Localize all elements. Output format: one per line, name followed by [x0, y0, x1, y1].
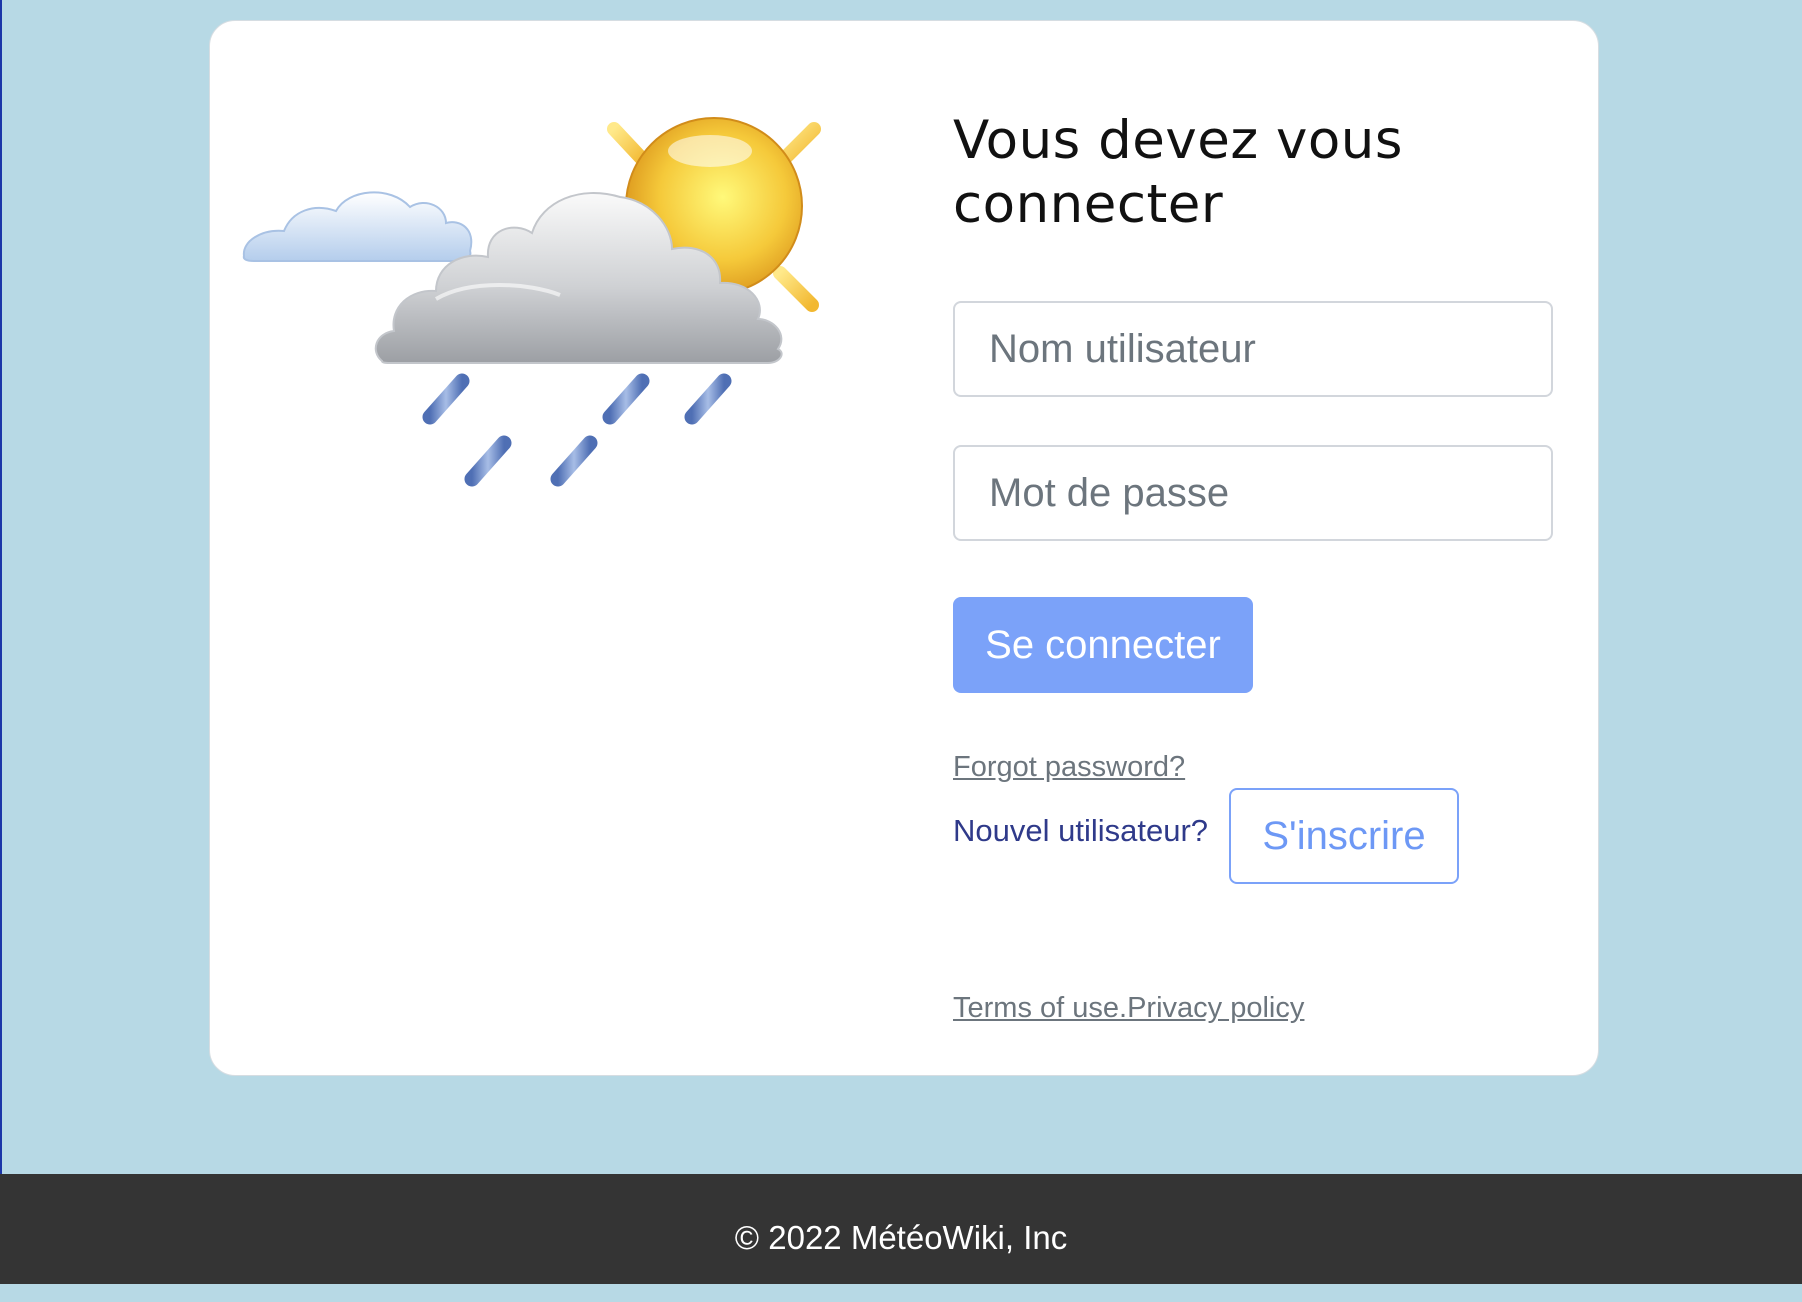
copyright-text: © 2022 MétéoWiki, Inc: [734, 1219, 1068, 1256]
login-title: Vous devez vous connecter: [953, 110, 1404, 235]
new-user-label: Nouvel utilisateur?: [953, 813, 1209, 848]
login-button[interactable]: Se connecter: [953, 597, 1253, 693]
login-card: Vous devez vous connecter Se connecter F…: [209, 20, 1599, 1076]
password-input[interactable]: [953, 445, 1553, 541]
sun-cloud-rain-icon: [240, 51, 860, 501]
signup-button[interactable]: S'inscrire: [1229, 788, 1459, 884]
privacy-policy-link[interactable]: Privacy policy: [1127, 992, 1304, 1024]
forgot-password-link[interactable]: Forgot password?: [953, 751, 1185, 784]
legal-links: Terms of use.Privacy policy: [953, 992, 1304, 1025]
page-left-border: [0, 0, 2, 1174]
username-input[interactable]: [953, 301, 1553, 397]
terms-of-use-link[interactable]: Terms of use.: [953, 992, 1127, 1024]
page-footer: © 2022 MétéoWiki, Inc: [0, 1174, 1802, 1284]
login-form: Vous devez vous connecter Se connecter F…: [953, 21, 1553, 1075]
